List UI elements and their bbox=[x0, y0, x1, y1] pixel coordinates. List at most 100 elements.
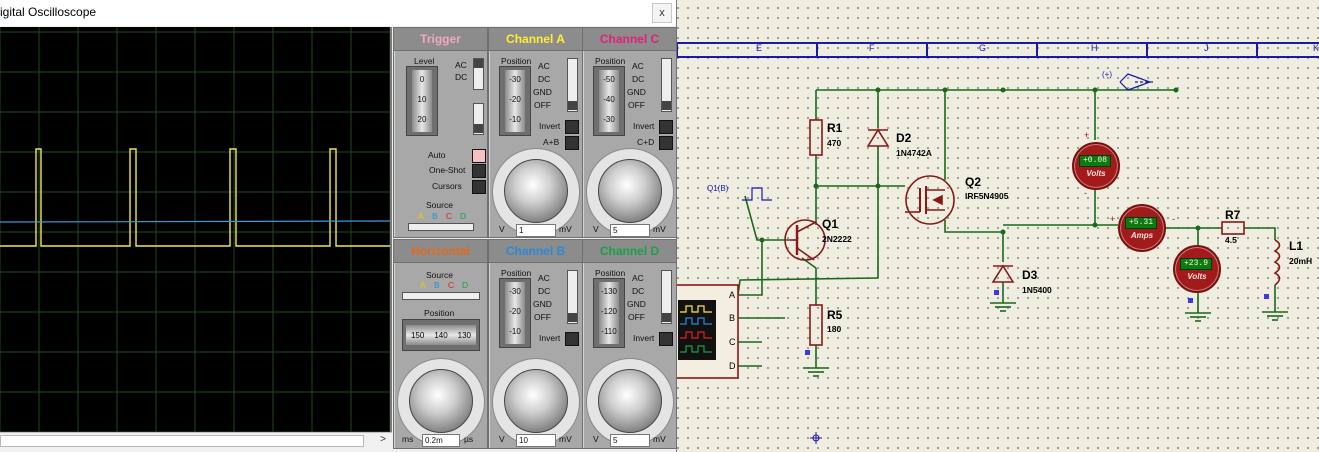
source-c: C bbox=[446, 211, 453, 221]
meter-minus: - bbox=[1172, 214, 1175, 224]
l1-ref[interactable]: L1 bbox=[1289, 239, 1303, 253]
mode-dc[interactable]: DC bbox=[538, 286, 550, 296]
mode-ac[interactable]: AC bbox=[632, 61, 644, 71]
invert-button[interactable] bbox=[565, 120, 579, 134]
mode-gnd[interactable]: GND bbox=[533, 87, 552, 97]
ac-dc-switch[interactable] bbox=[473, 58, 484, 90]
mode-ac[interactable]: AC bbox=[632, 273, 644, 283]
d3-value: 1N5400 bbox=[1022, 285, 1052, 295]
time-div-knob[interactable] bbox=[409, 369, 473, 433]
source-slider[interactable] bbox=[402, 292, 480, 300]
meter-plus: + bbox=[1084, 130, 1090, 140]
r1-ref[interactable]: R1 bbox=[827, 121, 842, 135]
position-label: Position bbox=[595, 268, 626, 278]
position-drum[interactable]: -50 -40 -30 bbox=[593, 66, 625, 136]
scale-field[interactable]: 5 bbox=[610, 224, 650, 237]
source-d: D bbox=[460, 211, 467, 221]
c-plus-d-button[interactable] bbox=[659, 136, 673, 150]
mode-dc[interactable]: DC bbox=[632, 74, 644, 84]
channel-a-header: Channel A bbox=[489, 28, 582, 51]
q2-ref[interactable]: Q2 bbox=[965, 175, 981, 189]
scale-field[interactable]: 10 bbox=[516, 434, 556, 447]
position-drum[interactable]: 150 140 130 bbox=[402, 319, 480, 351]
voltmeter-bottom[interactable]: +23.9 Volts bbox=[1173, 245, 1221, 293]
coupling-switch[interactable] bbox=[567, 58, 578, 112]
level-drum[interactable]: 0 10 20 bbox=[406, 66, 438, 136]
volts-div-knob[interactable] bbox=[598, 159, 662, 223]
d2-ref[interactable]: D2 bbox=[896, 131, 911, 145]
tick: 130 bbox=[457, 330, 471, 340]
coupling-switch[interactable] bbox=[661, 58, 672, 112]
q2-value: IRF5N4905 bbox=[965, 191, 1009, 201]
voltmeter-top[interactable]: +0.08 Volts bbox=[1072, 142, 1120, 190]
invert-button[interactable] bbox=[659, 332, 673, 346]
position-drum[interactable]: -130 -120 -110 bbox=[593, 278, 625, 348]
d3-ref[interactable]: D3 bbox=[1022, 268, 1037, 282]
unit-right: mV bbox=[653, 224, 666, 234]
scope-screen bbox=[0, 27, 392, 432]
position-label: Position bbox=[501, 268, 532, 278]
mode-off[interactable]: OFF bbox=[628, 100, 645, 110]
source-c: C bbox=[448, 280, 455, 290]
meter-reading: +0.08 bbox=[1079, 155, 1111, 167]
invert-button[interactable] bbox=[565, 332, 579, 346]
one-shot-label: One-Shot bbox=[429, 165, 466, 175]
close-button[interactable]: x bbox=[652, 3, 672, 23]
auto-button[interactable] bbox=[472, 149, 486, 163]
channel-c-panel: Channel C Position -50 -40 -30 AC DC GND O… bbox=[582, 27, 677, 238]
meter-reading: +5.31 bbox=[1125, 217, 1157, 229]
edge-switch[interactable] bbox=[473, 103, 484, 135]
mode-gnd[interactable]: GND bbox=[533, 299, 552, 309]
position-drum[interactable]: -30 -20 -10 bbox=[499, 66, 531, 136]
mode-ac[interactable]: AC bbox=[538, 61, 550, 71]
q1-ref[interactable]: Q1 bbox=[822, 217, 838, 231]
position-drum[interactable]: -30 -20 -10 bbox=[499, 278, 531, 348]
scope-grid bbox=[0, 27, 390, 432]
scale-field[interactable]: 5 bbox=[610, 434, 650, 447]
channel-d-header: Channel D bbox=[583, 240, 676, 263]
scope-pin-a: A bbox=[729, 290, 736, 300]
unit-right: mV bbox=[559, 224, 572, 234]
mode-dc[interactable]: DC bbox=[632, 286, 644, 296]
r7-value: 4.5 bbox=[1225, 235, 1237, 245]
window-titlebar[interactable]: igital Oscilloscope x bbox=[0, 0, 676, 26]
a-plus-b-button[interactable] bbox=[565, 136, 579, 150]
scale-field[interactable]: 1 bbox=[516, 224, 556, 237]
trigger-dc[interactable]: DC bbox=[455, 72, 467, 82]
ammeter[interactable]: +5.31 Amps bbox=[1118, 204, 1166, 252]
volts-div-knob[interactable] bbox=[504, 159, 568, 223]
mode-dc[interactable]: DC bbox=[538, 74, 550, 84]
meter-unit: Amps bbox=[1130, 231, 1154, 240]
window-title: igital Oscilloscope bbox=[0, 5, 97, 19]
trigger-ac[interactable]: AC bbox=[455, 60, 467, 70]
coupling-switch[interactable] bbox=[567, 270, 578, 324]
mode-off[interactable]: OFF bbox=[628, 312, 645, 322]
source-slider[interactable] bbox=[408, 223, 474, 231]
mode-off[interactable]: OFF bbox=[534, 312, 551, 322]
source-a: A bbox=[420, 280, 426, 290]
horizontal-panel: Horizontal Source A B C D Position 150 1… bbox=[393, 239, 488, 449]
r5-ref[interactable]: R5 bbox=[827, 308, 842, 322]
horizontal-scrollbar[interactable]: > bbox=[0, 432, 392, 448]
scroll-right-icon[interactable]: > bbox=[376, 433, 390, 447]
a-plus-b-label: A+B bbox=[543, 137, 560, 147]
channel-d-panel: Channel D Position -130 -120 -110 AC DC GN… bbox=[582, 239, 677, 449]
mode-off[interactable]: OFF bbox=[534, 100, 551, 110]
invert-button[interactable] bbox=[659, 120, 673, 134]
horizontal-header: Horizontal bbox=[394, 240, 487, 263]
volts-div-knob[interactable] bbox=[504, 369, 568, 433]
invert-label: Invert bbox=[539, 121, 561, 131]
generator-label: Q1(B) bbox=[707, 184, 729, 193]
cursors-button[interactable] bbox=[472, 180, 486, 194]
meter-reading: +23.9 bbox=[1180, 258, 1212, 270]
mode-gnd[interactable]: GND bbox=[627, 299, 646, 309]
scale-field[interactable]: 0.2m bbox=[422, 434, 460, 447]
one-shot-button[interactable] bbox=[472, 164, 486, 178]
scrollbar-thumb[interactable] bbox=[0, 435, 364, 447]
r7-ref[interactable]: R7 bbox=[1225, 208, 1240, 222]
coupling-switch[interactable] bbox=[661, 270, 672, 324]
trigger-header: Trigger bbox=[394, 28, 487, 51]
volts-div-knob[interactable] bbox=[598, 369, 662, 433]
mode-ac[interactable]: AC bbox=[538, 273, 550, 283]
mode-gnd[interactable]: GND bbox=[627, 87, 646, 97]
